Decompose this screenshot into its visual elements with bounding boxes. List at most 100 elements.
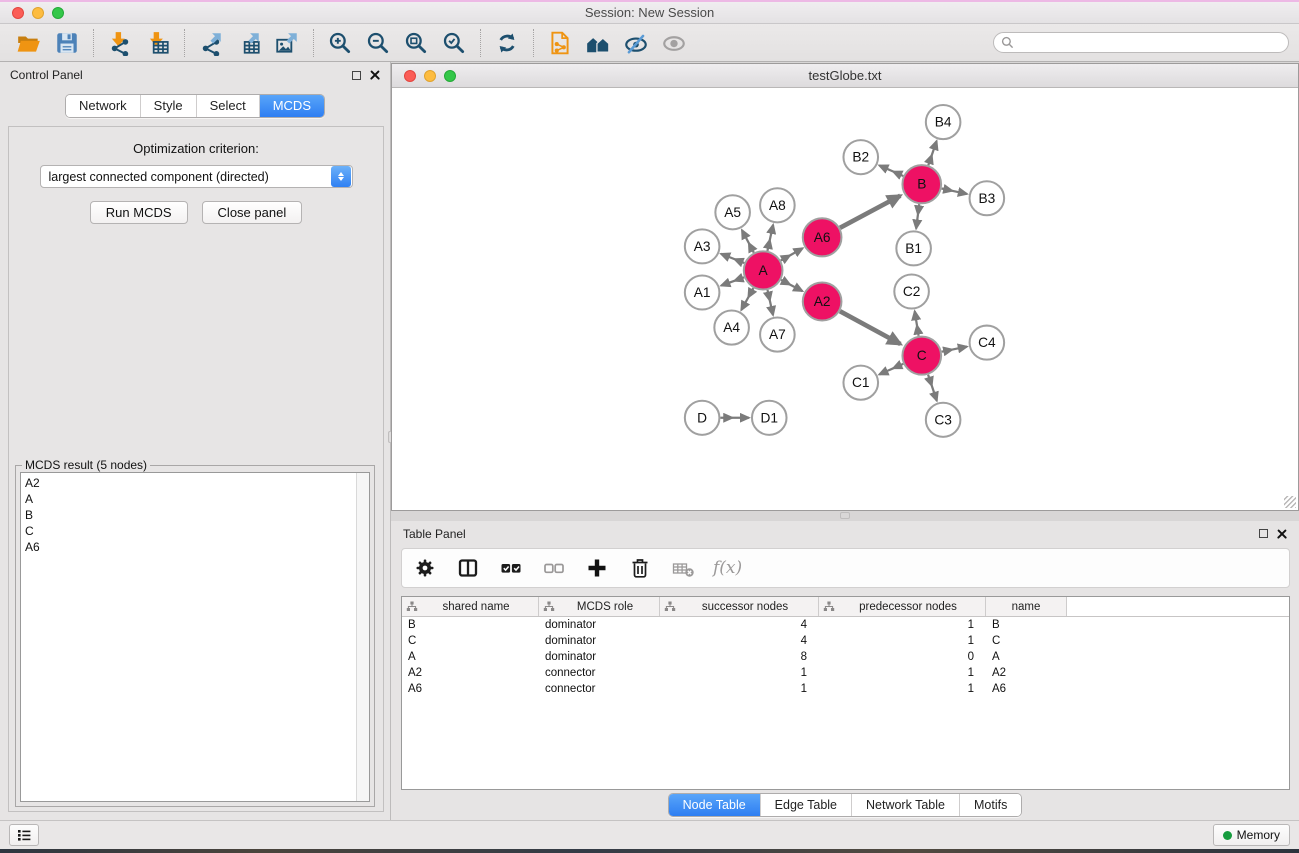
cell-MCDS-role[interactable]: dominator [539,617,660,633]
memory-button[interactable]: Memory [1213,824,1290,846]
result-list-item[interactable]: A2 [25,475,356,491]
refresh-button[interactable] [488,27,526,59]
column-header-successor-nodes[interactable]: successor nodes [660,597,819,616]
cell-predecessor-nodes[interactable]: 1 [819,617,986,633]
edge-A-A2[interactable] [781,280,802,291]
table-tab-edge-table[interactable]: Edge Table [760,794,851,816]
first-neighbors-button[interactable] [579,27,617,59]
zoom-selected-button[interactable] [435,27,473,59]
network-canvas[interactable]: B4B2BB3A8A5A6A3B1AA1C2A2A4A7CC4C1C3DD1 [392,88,1298,510]
node-C4[interactable]: C4 [970,326,1005,360]
cell-MCDS-role[interactable]: dominator [539,633,660,649]
table-tab-motifs[interactable]: Motifs [959,794,1021,816]
import-network-button[interactable] [101,27,139,59]
node-D1[interactable]: D1 [752,401,787,435]
edge-B-B1[interactable] [916,204,919,228]
edge-B-B4[interactable] [928,141,936,165]
new-network-from-selection-button[interactable] [541,27,579,59]
close-panel-icon[interactable] [370,70,380,80]
node-B4[interactable]: B4 [926,105,961,139]
network-close-button[interactable] [404,70,416,82]
close-table-panel-icon[interactable] [1277,529,1287,539]
cell-predecessor-nodes[interactable]: 1 [819,681,986,697]
node-A8[interactable]: A8 [760,188,795,222]
node-B[interactable]: B [902,165,941,203]
edge-A-A6[interactable] [781,248,803,260]
network-zoom-button[interactable] [444,70,456,82]
cell-name[interactable]: B [986,617,1067,633]
cell-name[interactable]: C [986,633,1067,649]
open-file-button[interactable] [10,27,48,59]
tab-network[interactable]: Network [66,95,140,117]
node-A4[interactable]: A4 [714,311,749,345]
node-C[interactable]: C [902,337,941,375]
cell-MCDS-role[interactable]: connector [539,665,660,681]
cell-MCDS-role[interactable]: dominator [539,649,660,665]
zoom-fit-button[interactable] [397,27,435,59]
node-C2[interactable]: C2 [894,274,929,308]
node-B2[interactable]: B2 [843,140,878,174]
cell-successor-nodes[interactable]: 4 [660,633,819,649]
edge-C-C3[interactable] [928,375,937,401]
delete-columns-button[interactable] [627,555,653,581]
node-C3[interactable]: C3 [926,403,961,437]
table-row[interactable]: Bdominator41B [402,617,1289,633]
node-C1[interactable]: C1 [843,366,878,400]
result-list-item[interactable]: B [25,507,356,523]
node-A3[interactable]: A3 [685,229,720,263]
cell-shared-name[interactable]: B [402,617,539,633]
tab-style[interactable]: Style [140,95,196,117]
cell-successor-nodes[interactable]: 1 [660,681,819,697]
add-column-button[interactable] [584,555,610,581]
close-panel-button[interactable]: Close panel [202,201,303,224]
edge-B-B3[interactable] [942,189,967,194]
edge-C-C4[interactable] [942,347,967,352]
node-D[interactable]: D [685,401,720,435]
table-tab-network-table[interactable]: Network Table [851,794,959,816]
node-B1[interactable]: B1 [896,231,931,265]
cell-shared-name[interactable]: C [402,633,539,649]
edge-B-B2[interactable] [879,165,903,176]
network-graph[interactable]: B4B2BB3A8A5A6A3B1AA1C2A2A4A7CC4C1C3DD1 [392,88,1298,510]
splitpane-divider[interactable] [391,511,1299,521]
node-A7[interactable]: A7 [760,318,795,352]
delete-table-button[interactable] [670,555,696,581]
zoom-window-button[interactable] [52,7,64,19]
criterion-dropdown[interactable]: largest connected component (directed) [40,165,353,188]
window-resize-grip[interactable] [1284,496,1296,508]
show-columns-button[interactable] [455,555,481,581]
column-header-name[interactable]: name [986,597,1067,616]
cell-predecessor-nodes[interactable]: 1 [819,665,986,681]
network-minimize-button[interactable] [424,70,436,82]
node-A[interactable]: A [744,251,783,289]
result-list-scrollbar[interactable] [356,473,369,801]
cell-name[interactable]: A2 [986,665,1067,681]
hide-selected-button[interactable] [617,27,655,59]
cell-MCDS-role[interactable]: connector [539,681,660,697]
table-row[interactable]: Adominator80A [402,649,1289,665]
cell-shared-name[interactable]: A [402,649,539,665]
edge-A-A5[interactable] [742,230,754,253]
edge-A-A1[interactable] [721,277,744,285]
table-row[interactable]: A6connector11A6 [402,681,1289,697]
import-table-button[interactable] [139,27,177,59]
cell-name[interactable]: A [986,649,1067,665]
cell-name[interactable]: A6 [986,681,1067,697]
table-options-button[interactable] [412,555,438,581]
edge-A6-B[interactable] [840,196,900,228]
table-row[interactable]: A2connector11A2 [402,665,1289,681]
result-list-item[interactable]: C [25,523,356,539]
show-all-button[interactable] [655,27,693,59]
export-network-button[interactable] [192,27,230,59]
tab-mcds[interactable]: MCDS [259,95,324,117]
edge-A-A4[interactable] [741,288,753,310]
close-window-button[interactable] [12,7,24,19]
edge-A2-C[interactable] [840,311,900,344]
export-table-button[interactable] [230,27,268,59]
zoom-out-button[interactable] [359,27,397,59]
cell-successor-nodes[interactable]: 4 [660,617,819,633]
table-tab-node-table[interactable]: Node Table [669,794,760,816]
function-builder-icon[interactable]: f(x) [713,558,742,578]
cell-successor-nodes[interactable]: 1 [660,665,819,681]
cell-shared-name[interactable]: A2 [402,665,539,681]
